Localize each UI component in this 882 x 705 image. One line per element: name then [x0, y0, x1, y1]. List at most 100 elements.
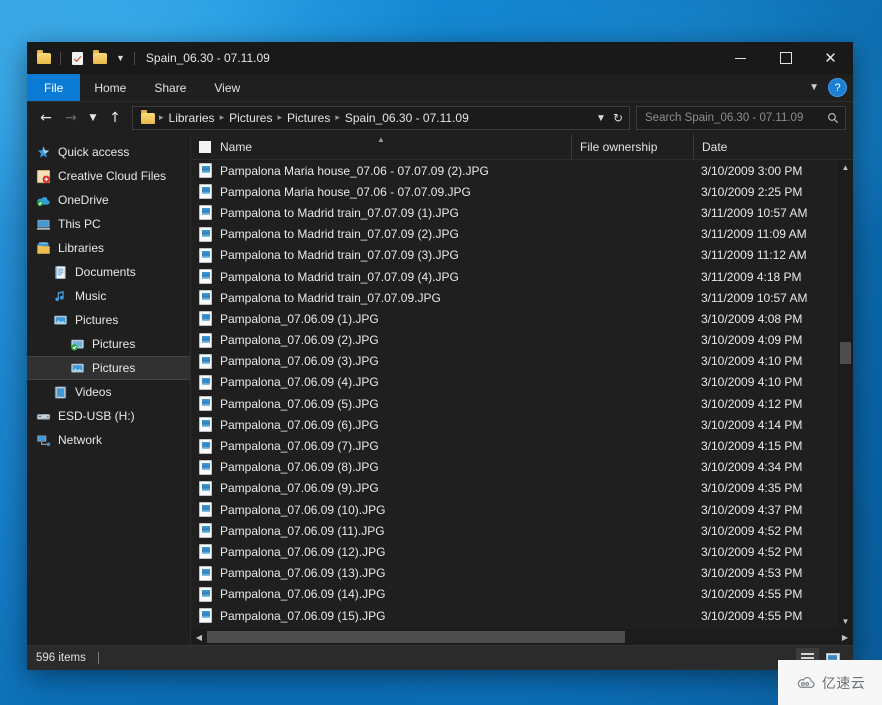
sidebar-item-quick-access[interactable]: Quick access	[27, 140, 190, 164]
horizontal-scroll-thumb[interactable]	[207, 631, 625, 643]
breadcrumb-pictures[interactable]: Pictures	[225, 111, 276, 125]
table-row[interactable]: Pampalona to Madrid train_07.07.09 (1).J…	[191, 202, 838, 223]
jpg-file-icon	[199, 290, 212, 306]
sidebar-label: Creative Cloud Files	[58, 169, 167, 183]
table-row[interactable]: Pampalona_07.06.09 (1).JPG 3/10/2009 4:08…	[191, 308, 838, 329]
jpg-file-icon	[199, 565, 212, 581]
file-name-label: Pampalona_07.06.09 (3).JPG	[220, 354, 379, 369]
scroll-down-button[interactable]: ▼	[838, 614, 853, 629]
new-folder-icon[interactable]	[90, 48, 110, 68]
tab-view[interactable]: View	[200, 74, 254, 101]
vertical-scroll-thumb[interactable]	[840, 341, 851, 364]
sidebar-item-creative-cloud-files[interactable]: Creative Cloud Files	[27, 164, 190, 188]
sidebar-label: Pictures	[75, 313, 119, 327]
file-name-label: Pampalona_07.06.09 (8).JPG	[220, 460, 379, 475]
table-row[interactable]: Pampalona to Madrid train_07.07.09 (3).J…	[191, 245, 838, 266]
forward-button[interactable]: →	[59, 106, 83, 130]
search-box[interactable]	[636, 106, 846, 130]
tab-home[interactable]: Home	[80, 74, 140, 101]
breadcrumb-pictures-2[interactable]: Pictures	[283, 111, 334, 125]
maximize-button[interactable]	[763, 42, 808, 74]
file-name-label: Pampalona to Madrid train_07.07.09 (2).J…	[220, 227, 459, 242]
table-row[interactable]: Pampalona_07.06.09 (12).JPG 3/10/2009 4:5…	[191, 541, 838, 562]
music-icon	[52, 288, 68, 304]
table-row[interactable]: Pampalona_07.06.09 (7).JPG 3/10/2009 4:15…	[191, 435, 838, 456]
sidebar-item-videos[interactable]: Videos	[27, 380, 190, 404]
breadcrumb-libraries[interactable]: Libraries	[165, 111, 219, 125]
title-bar: ▼ Spain_06.30 - 07.11.09 ✕	[27, 42, 853, 74]
sidebar-item-documents[interactable]: Documents	[27, 260, 190, 284]
help-button[interactable]: ?	[828, 78, 847, 97]
sidebar-label: Videos	[75, 385, 112, 399]
table-row[interactable]: Pampalona_07.06.09 (13).JPG 3/10/2009 4:5…	[191, 563, 838, 584]
sidebar-item-libraries[interactable]: Libraries	[27, 236, 190, 260]
horizontal-scrollbar[interactable]: ◀ ▶	[191, 629, 853, 645]
sidebar-label: OneDrive	[58, 193, 109, 207]
sidebar-item-onedrive[interactable]: OneDrive	[27, 188, 190, 212]
column-label-name: Name	[220, 139, 253, 154]
back-button[interactable]: ←	[34, 106, 58, 130]
sidebar-item-pictures-selected[interactable]: Pictures	[27, 356, 190, 380]
file-name-label: Pampalona_07.06.09 (11).JPG	[220, 523, 385, 538]
scroll-up-button[interactable]: ▲	[838, 160, 853, 175]
chevron-down-icon[interactable]: ▼	[809, 82, 819, 93]
table-row[interactable]: Pampalona to Madrid train_07.07.09 (4).J…	[191, 266, 838, 287]
cell-date: 3/10/2009 4:10 PM	[701, 354, 803, 369]
sidebar-item-music[interactable]: Music	[27, 284, 190, 308]
network-icon	[35, 432, 51, 448]
sidebar-item-this-pc[interactable]: This PC	[27, 212, 190, 236]
jpg-file-icon	[199, 247, 212, 263]
sidebar-label: Documents	[75, 265, 136, 279]
vertical-scroll-track[interactable]	[838, 175, 853, 614]
sidebar-item-network[interactable]: Network	[27, 428, 190, 452]
breadcrumb-current-folder[interactable]: Spain_06.30 - 07.11.09	[341, 111, 473, 125]
address-breadcrumb-bar[interactable]: ▸ Libraries ▸ Pictures ▸ Pictures ▸ Spai…	[132, 106, 630, 130]
cell-date: 3/10/2009 4:10 PM	[701, 375, 803, 390]
tab-file[interactable]: File	[27, 74, 81, 101]
file-name-label: Pampalona_07.06.09 (6).JPG	[220, 417, 379, 432]
table-row[interactable]: Pampalona_07.06.09 (5).JPG 3/10/2009 4:12…	[191, 393, 838, 414]
sidebar-item-pictures[interactable]: Pictures	[27, 308, 190, 332]
minimize-button[interactable]	[718, 42, 763, 74]
file-explorer-window: ▼ Spain_06.30 - 07.11.09 ✕ File Home Sha…	[27, 42, 853, 670]
table-row[interactable]: Pampalona Maria house_07.06 - 07.07.09 (…	[191, 160, 838, 181]
search-input[interactable]	[643, 111, 827, 125]
sidebar-item-esd-usb[interactable]: ESD-USB (H:)	[27, 404, 190, 428]
table-row[interactable]: Pampalona Maria house_07.06 - 07.07.09.J…	[191, 181, 838, 202]
refresh-icon[interactable]: ↻	[613, 111, 623, 125]
table-row[interactable]: Pampalona_07.06.09 (4).JPG 3/10/2009 4:10…	[191, 372, 838, 393]
file-name-label: Pampalona_07.06.09 (15).JPG	[220, 608, 386, 623]
up-button[interactable]: ↑	[103, 106, 127, 130]
tab-share[interactable]: Share	[140, 74, 200, 101]
cell-date: 3/10/2009 4:53 PM	[701, 566, 803, 581]
folder-icon[interactable]	[34, 48, 54, 68]
horizontal-scroll-track[interactable]	[207, 629, 837, 645]
cell-file-name: Pampalona_07.06.09 (13).JPG	[191, 565, 571, 581]
vertical-scrollbar[interactable]: ▲ ▼	[838, 160, 853, 629]
table-row[interactable]: Pampalona_07.06.09 (6).JPG 3/10/2009 4:14…	[191, 414, 838, 435]
address-dropdown-icon[interactable]: ▼	[596, 113, 606, 124]
table-row[interactable]: Pampalona_07.06.09 (3).JPG 3/10/2009 4:10…	[191, 351, 838, 372]
table-row[interactable]: Pampalona_07.06.09 (14).JPG 3/10/2009 4:5…	[191, 584, 838, 605]
sidebar-label: Pictures	[92, 361, 136, 375]
customize-chevron-icon[interactable]: ▼	[113, 53, 128, 63]
scroll-right-button[interactable]: ▶	[837, 629, 853, 645]
column-header-file-ownership[interactable]: File ownership	[571, 134, 693, 159]
scroll-left-button[interactable]: ◀	[191, 629, 207, 645]
recent-locations-button[interactable]: ▼	[84, 106, 102, 130]
sidebar-item-pictures-synced[interactable]: Pictures	[27, 332, 190, 356]
table-row[interactable]: Pampalona to Madrid train_07.07.09 (2).J…	[191, 224, 838, 245]
table-row[interactable]: Pampalona_07.06.09 (11).JPG 3/10/2009 4:5…	[191, 520, 838, 541]
select-all-checkbox[interactable]	[199, 140, 211, 153]
table-row[interactable]: Pampalona to Madrid train_07.07.09.JPG 3/…	[191, 287, 838, 308]
properties-icon[interactable]	[67, 48, 87, 68]
cell-date: 3/10/2009 3:00 PM	[701, 163, 803, 178]
close-button[interactable]: ✕	[808, 42, 853, 74]
table-row[interactable]: Pampalona_07.06.09 (10).JPG 3/10/2009 4:3…	[191, 499, 838, 520]
table-row[interactable]: Pampalona_07.06.09 (15).JPG 3/10/2009 4:5…	[191, 605, 838, 626]
column-header-date[interactable]: Date	[693, 134, 853, 159]
table-row[interactable]: Pampalona_07.06.09 (8).JPG 3/10/2009 4:34…	[191, 457, 838, 478]
table-row[interactable]: Pampalona_07.06.09 (9).JPG 3/10/2009 4:35…	[191, 478, 838, 499]
table-row[interactable]: Pampalona_07.06.09 (2).JPG 3/10/2009 4:09…	[191, 330, 838, 351]
sidebar-label: ESD-USB (H:)	[58, 409, 135, 423]
